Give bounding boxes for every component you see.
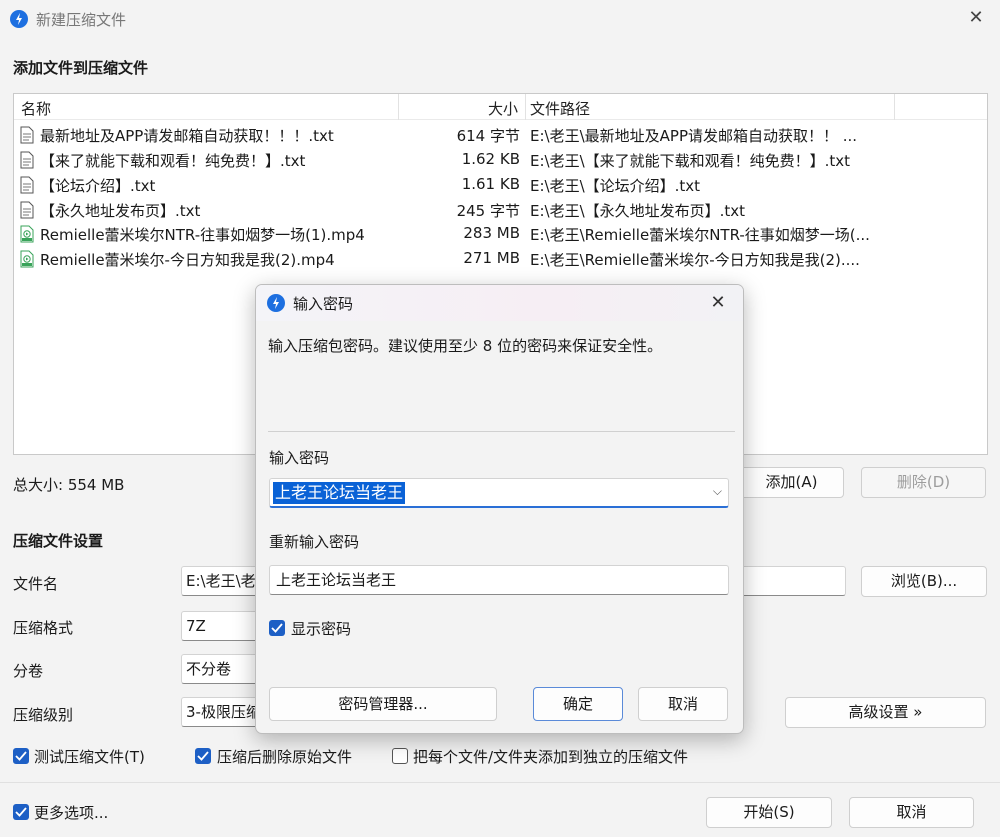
level-label: 压缩级别 [13, 706, 74, 724]
show-password-label: 显示密码 [291, 620, 352, 638]
checkmark-icon [15, 807, 27, 817]
test-archive-label: 测试压缩文件(T) [34, 748, 145, 766]
column-size[interactable]: 大小 [488, 98, 518, 119]
dialog-title-bar: 输入密码 ✕ [256, 285, 743, 321]
file-size: 245 字节 [456, 202, 520, 220]
filename-label: 文件名 [13, 575, 59, 593]
advanced-settings-button[interactable]: 高级设置 » [785, 697, 986, 728]
file-list-header: 名称 大小 文件路径 [14, 94, 987, 120]
browse-button[interactable]: 浏览(B)... [861, 566, 987, 597]
start-button[interactable]: 开始(S) [706, 797, 832, 828]
table-row[interactable]: 【永久地址发布页】.txt 245 字节 E:\老王\【永久地址发布页】.txt [14, 198, 987, 223]
file-name: Remielle蕾米埃尔NTR-往事如烟梦一场(1).mp4 [40, 226, 365, 244]
checkmark-icon [197, 751, 209, 761]
separate-archives-checkbox[interactable] [392, 748, 408, 764]
divider [268, 431, 735, 432]
checkmark-icon [15, 751, 27, 761]
password-dialog: 输入密码 ✕ 输入压缩包密码。建议使用至少 8 位的密码来保证安全性。 输入密码… [255, 284, 744, 734]
file-path: E:\老王\最新地址及APP请发邮箱自动获取！！ ... [530, 127, 858, 145]
text-file-icon [20, 176, 34, 194]
title-bar: 新建压缩文件 ✕ [0, 0, 1000, 38]
file-size: 1.61 KB [461, 175, 520, 193]
dialog-close-button[interactable]: ✕ [705, 290, 731, 316]
settings-section-title: 压缩文件设置 [13, 532, 104, 550]
file-name: Remielle蕾米埃尔-今日方知我是我(2).mp4 [40, 251, 335, 269]
text-file-icon [20, 201, 34, 219]
video-file-icon [20, 225, 34, 243]
ok-button[interactable]: 确定 [533, 687, 623, 721]
file-path: E:\老王\【论坛介绍】.txt [530, 177, 701, 195]
delete-after-checkbox[interactable] [195, 748, 211, 764]
password-input[interactable]: 上老王论坛当老王 ⌵ [269, 478, 729, 508]
dialog-title: 输入密码 [293, 295, 354, 313]
password-manager-button[interactable]: 密码管理器... [269, 687, 497, 721]
dialog-cancel-button[interactable]: 取消 [638, 687, 728, 721]
file-name: 【来了就能下载和观看！纯免费！】.txt [40, 152, 306, 170]
text-file-icon [20, 151, 34, 169]
more-options-label: 更多选项... [34, 804, 109, 822]
file-name: 【论坛介绍】.txt [40, 177, 156, 195]
cancel-button[interactable]: 取消 [849, 797, 974, 828]
file-name: 【永久地址发布页】.txt [40, 202, 201, 220]
chevron-down-icon[interactable]: ⌵ [713, 484, 722, 499]
add-button[interactable]: 添加(A) [739, 467, 844, 498]
separate-archives-label: 把每个文件/文件夹添加到独立的压缩文件 [413, 748, 689, 766]
split-label: 分卷 [13, 662, 44, 680]
table-row[interactable]: Remielle蕾米埃尔-今日方知我是我(2).mp4 271 MB E:\老王… [14, 247, 987, 272]
reenter-password-label: 重新输入密码 [269, 533, 360, 551]
format-label: 压缩格式 [13, 619, 74, 637]
column-path[interactable]: 文件路径 [530, 98, 590, 119]
show-password-checkbox[interactable] [269, 620, 285, 636]
file-size: 271 MB [463, 249, 520, 267]
file-size: 1.62 KB [461, 150, 520, 168]
total-size: 总大小: 554 MB [13, 476, 125, 494]
file-path: E:\老王\Remielle蕾米埃尔-今日方知我是我(2).... [530, 251, 860, 269]
test-archive-checkbox[interactable] [13, 748, 29, 764]
window-title: 新建压缩文件 [36, 11, 127, 29]
file-path: E:\老王\【来了就能下载和观看！纯免费！】.txt [530, 152, 851, 170]
table-row[interactable]: 【来了就能下载和观看！纯免费！】.txt 1.62 KB E:\老王\【来了就能… [14, 148, 987, 173]
dialog-message: 输入压缩包密码。建议使用至少 8 位的密码来保证安全性。 [268, 337, 663, 355]
reenter-password-input[interactable]: 上老王论坛当老王 [269, 565, 729, 595]
more-options-checkbox[interactable] [13, 804, 29, 820]
password-selected-text: 上老王论坛当老王 [273, 482, 406, 504]
table-row[interactable]: 【论坛介绍】.txt 1.61 KB E:\老王\【论坛介绍】.txt [14, 173, 987, 198]
checkmark-icon [271, 623, 283, 633]
password-label: 输入密码 [269, 449, 330, 467]
file-size: 283 MB [463, 224, 520, 242]
table-row[interactable]: Remielle蕾米埃尔NTR-往事如烟梦一场(1).mp4 283 MB E:… [14, 222, 987, 247]
compress-window: 新建压缩文件 ✕ 添加文件到压缩文件 名称 大小 文件路径 最新地址及APP请发… [0, 0, 1000, 837]
app-logo-icon [267, 294, 285, 312]
file-size: 614 字节 [456, 127, 520, 145]
column-name[interactable]: 名称 [21, 98, 51, 119]
window-close-button[interactable]: ✕ [964, 6, 988, 30]
text-file-icon [20, 126, 34, 144]
files-section-title: 添加文件到压缩文件 [13, 59, 149, 77]
divider [0, 782, 1000, 783]
video-file-icon [20, 250, 34, 268]
file-path: E:\老王\【永久地址发布页】.txt [530, 202, 746, 220]
file-path: E:\老王\Remielle蕾米埃尔NTR-往事如烟梦一场(... [530, 226, 870, 244]
remove-button[interactable]: 删除(D) [861, 467, 986, 498]
delete-after-label: 压缩后删除原始文件 [217, 748, 353, 766]
app-logo-icon [10, 10, 28, 28]
table-row[interactable]: 最新地址及APP请发邮箱自动获取！！！.txt 614 字节 E:\老王\最新地… [14, 123, 987, 148]
file-name: 最新地址及APP请发邮箱自动获取！！！.txt [40, 127, 334, 145]
